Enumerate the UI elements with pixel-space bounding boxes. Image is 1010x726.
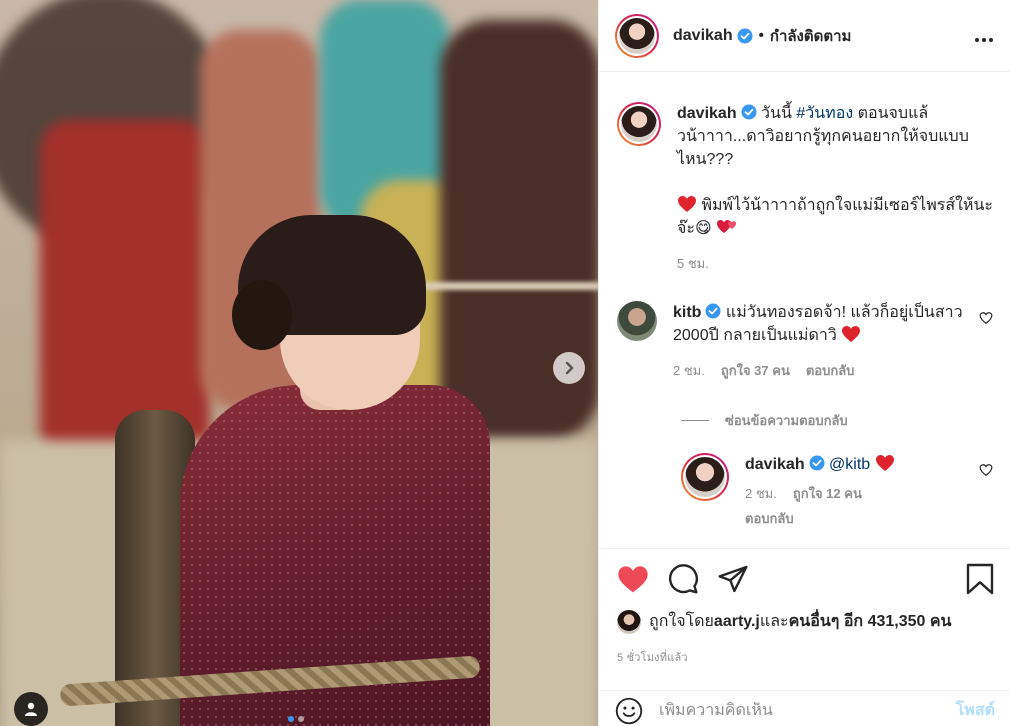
liker-username[interactable]: aarty.j: [714, 613, 760, 631]
comment-like-heart-icon[interactable]: [979, 311, 993, 325]
header-username[interactable]: davikah: [673, 27, 733, 45]
bg-person-red: [40, 120, 210, 460]
caption: davikah วันนี้ #วันทอง ตอนจบแล้วน้าาาา..…: [617, 102, 993, 275]
carousel-next-button[interactable]: [553, 352, 585, 384]
likes-summary: ถูกใจโดย aarty.j และ คนอื่นๆ อีก 431,350…: [617, 609, 995, 634]
comment-reply-button[interactable]: ตอบกลับ: [806, 359, 855, 382]
user-tag-icon: [25, 702, 37, 716]
woman-hair-bun: [232, 280, 292, 350]
bg-rope: [410, 282, 598, 290]
post-header: davikah • กำลังติดตาม: [599, 0, 1010, 72]
add-comment-bar: โพสต์: [599, 690, 1010, 726]
two-hearts-emoji-icon: [717, 220, 737, 233]
more-options-button[interactable]: [974, 25, 994, 47]
comment-avatar[interactable]: [617, 301, 657, 341]
comment-icon[interactable]: [667, 563, 699, 595]
caption-emoji: 😋: [694, 220, 712, 237]
comment-likes[interactable]: ถูกใจ 37 คน: [721, 359, 790, 382]
verified-icon: [705, 303, 721, 319]
user-tag-button[interactable]: [14, 692, 48, 726]
caption-time[interactable]: 5 ชม.: [677, 252, 709, 275]
comment-username[interactable]: kitb: [673, 304, 701, 321]
reply-like-heart-icon[interactable]: [979, 463, 993, 477]
chevron-right-icon: [565, 361, 574, 375]
toggle-replies-label: ซ่อนข้อความตอบกลับ: [725, 413, 848, 428]
bookmark-icon[interactable]: [965, 563, 995, 595]
reply-row: davikah @kitb 2 ชม. ถูกใจ 12 คน ตอบกลับ: [681, 453, 993, 530]
red-heart-emoji-icon: [678, 196, 696, 212]
red-heart-emoji-icon: [842, 326, 861, 342]
post-comment-button[interactable]: โพสต์: [956, 698, 995, 723]
replies-divider: [681, 420, 709, 421]
caption-avatar-ring[interactable]: [617, 102, 661, 146]
share-icon[interactable]: [717, 563, 749, 595]
smiley-icon[interactable]: [615, 697, 643, 725]
avatar-ring[interactable]: [615, 13, 659, 58]
avatar: [619, 17, 655, 54]
reply-mention-link[interactable]: @kitb: [829, 456, 870, 473]
reply-likes[interactable]: ถูกใจ 12 คน: [793, 482, 862, 505]
verified-icon: [741, 104, 757, 120]
post-time-ago[interactable]: 5 ชั่วโมงที่แล้ว: [617, 648, 995, 666]
reply-username[interactable]: davikah: [745, 456, 805, 473]
verified-icon: [737, 28, 753, 44]
carousel-dots: [288, 716, 304, 722]
likes-others-link[interactable]: คนอื่นๆ อีก 431,350 คน: [789, 609, 952, 634]
avatar: [621, 106, 657, 142]
verified-icon: [809, 455, 825, 471]
more-horizontal-icon: [975, 37, 993, 42]
carousel-dot-active: [288, 716, 294, 722]
carousel-dot: [298, 716, 304, 722]
toggle-replies-button[interactable]: ซ่อนข้อความตอบกลับ: [681, 410, 993, 431]
reply-avatar-ring[interactable]: [681, 453, 729, 501]
comments-section: davikah วันนี้ #วันทอง ตอนจบแล้วน้าาาา..…: [599, 72, 1010, 548]
caption-text-before: วันนี้: [761, 105, 797, 122]
separator: •: [758, 27, 764, 44]
likes-and: และ: [759, 613, 789, 630]
post-actions: ถูกใจโดย aarty.j และ คนอื่นๆ อีก 431,350…: [599, 548, 1010, 666]
comment-row: kitb แม่วันทองรอดจ้า! แล้วก็อยู่เป็นสาว …: [617, 301, 993, 382]
red-heart-emoji-icon: [875, 455, 894, 471]
heart-filled-icon[interactable]: [617, 564, 649, 594]
liker-avatar[interactable]: [617, 609, 641, 634]
reply-time[interactable]: 2 ชม.: [745, 482, 777, 505]
follow-status-button[interactable]: กำลังติดตาม: [770, 24, 852, 48]
likes-prefix: ถูกใจโดย: [649, 613, 714, 630]
comment-input[interactable]: [659, 701, 956, 720]
caption-username[interactable]: davikah: [677, 105, 737, 122]
post-photo[interactable]: [0, 0, 598, 726]
post-panel: davikah • กำลังติดตาม davikah วันนี้ #วั…: [598, 0, 1010, 726]
avatar: [685, 457, 725, 497]
reply-reply-button[interactable]: ตอบกลับ: [745, 507, 794, 530]
caption-hashtag-link[interactable]: #วันทอง: [796, 105, 853, 122]
comment-time[interactable]: 2 ชม.: [673, 359, 705, 382]
